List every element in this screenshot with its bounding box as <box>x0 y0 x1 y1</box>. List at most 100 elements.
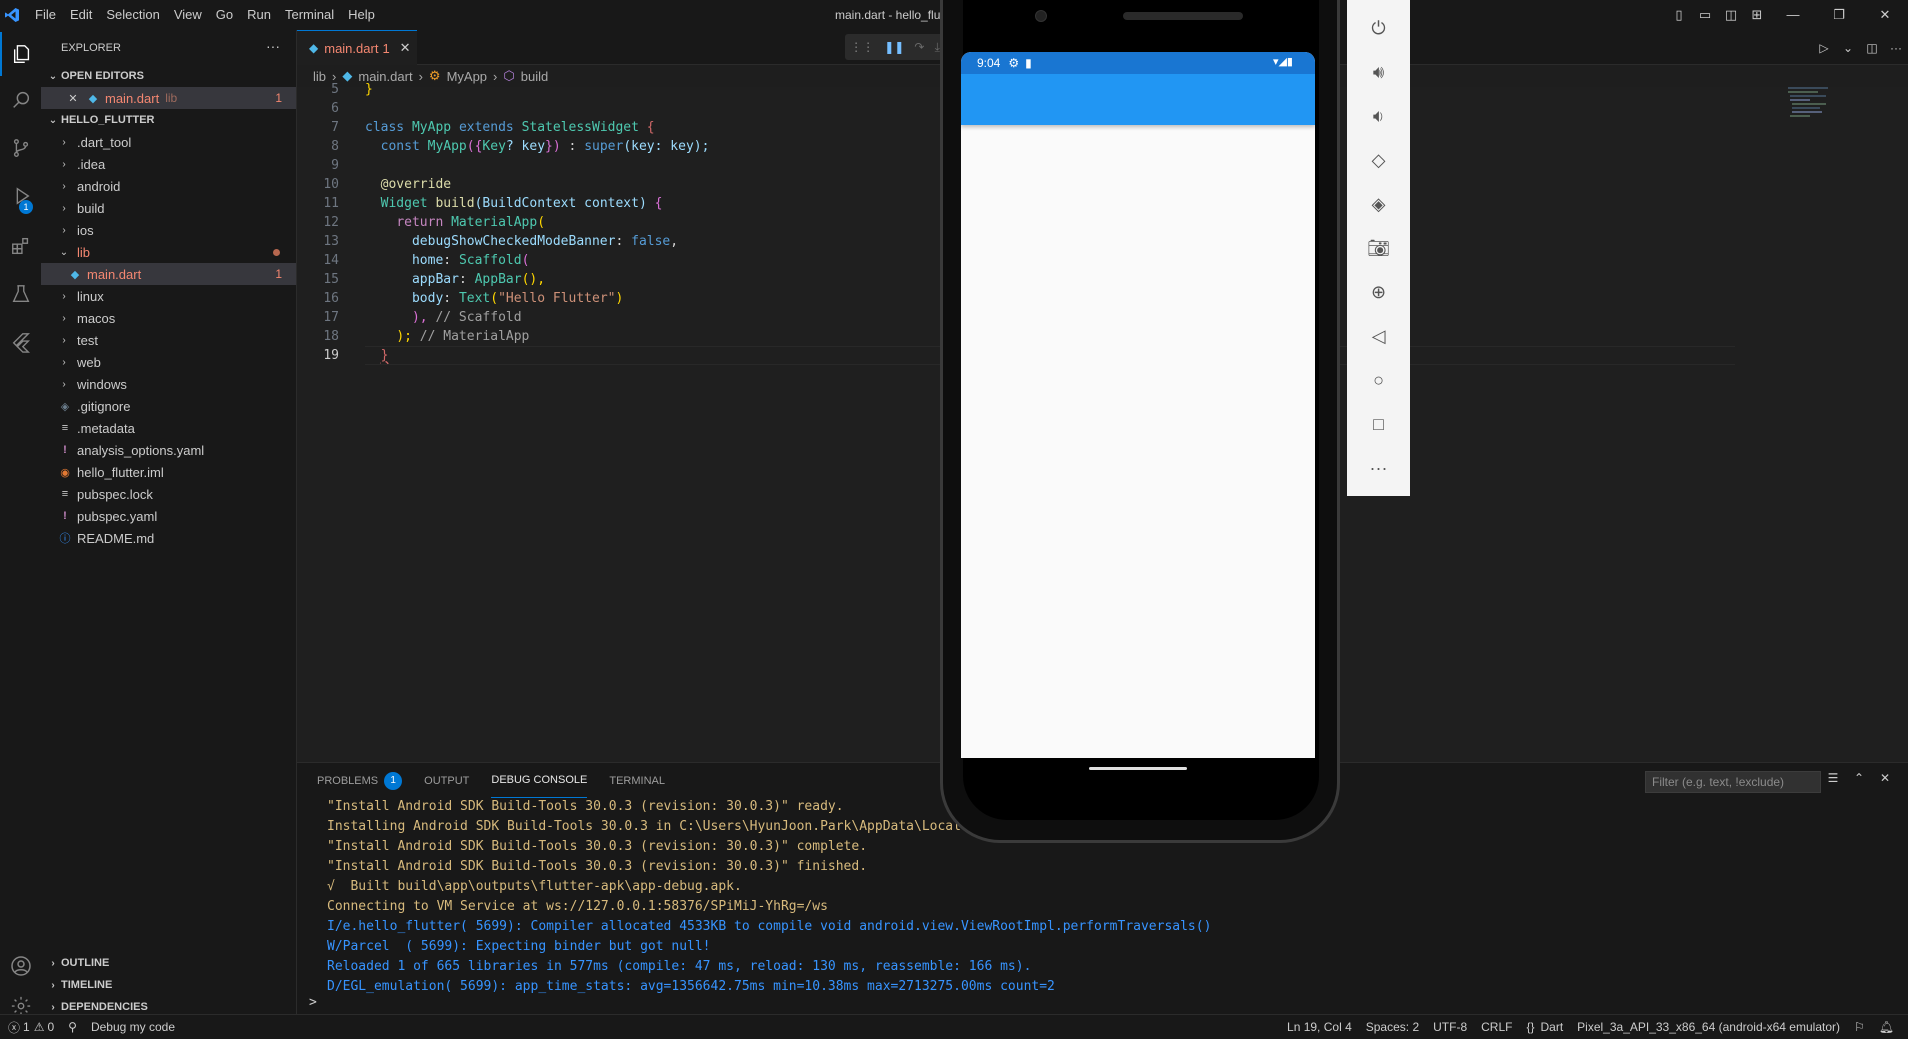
tree-item-build[interactable]: › build <box>41 197 296 219</box>
menu-edit[interactable]: Edit <box>63 0 99 30</box>
extensions-icon[interactable] <box>0 224 41 268</box>
tree-item-dart-tool[interactable]: › .dart_tool <box>41 131 296 153</box>
tree-item-metadata[interactable]: ≡ .metadata <box>41 417 296 439</box>
flutter-icon[interactable] <box>0 320 41 364</box>
menu-file[interactable]: File <box>28 0 63 30</box>
back-icon[interactable]: ◁ <box>1347 314 1410 358</box>
menu-view[interactable]: View <box>167 0 209 30</box>
project-section[interactable]: ⌄ HELLO_FLUTTER <box>41 109 296 131</box>
error-count[interactable]: 1 <box>23 1020 30 1034</box>
menu-terminal[interactable]: Terminal <box>278 0 341 30</box>
run-icon[interactable]: ▷ <box>1812 41 1836 55</box>
close-window-icon[interactable]: ✕ <box>1862 7 1908 23</box>
step-over-icon[interactable]: ↷ <box>914 40 924 54</box>
line-number: 11 <box>323 196 339 211</box>
tab-debug-console[interactable]: DEBUG CONSOLE <box>491 763 588 798</box>
maximize-panel-icon[interactable]: ⌃ <box>1846 771 1872 785</box>
open-editor-main-dart[interactable]: ✕ ◆ main.dart lib 1 <box>41 87 296 109</box>
search-icon[interactable] <box>0 78 41 122</box>
tab-output[interactable]: OUTPUT <box>424 763 469 798</box>
indentation[interactable]: Spaces: 2 <box>1366 1020 1419 1034</box>
tree-item-hello-flutter-iml[interactable]: ◉ hello_flutter.iml <box>41 461 296 483</box>
warning-icon[interactable]: ⚠ <box>34 1020 45 1034</box>
tab-problems[interactable]: PROBLEMS 1 <box>317 763 403 798</box>
pause-icon[interactable]: ❚❚ <box>884 40 904 54</box>
chevron-down-icon: ⌄ <box>59 246 69 258</box>
encoding[interactable]: UTF-8 <box>1433 1020 1467 1034</box>
language-mode[interactable]: Dart <box>1540 1020 1563 1034</box>
volume-up-icon[interactable]: 🔊︎ <box>1347 50 1410 94</box>
run-dropdown-icon[interactable]: ⌄ <box>1836 41 1860 55</box>
screenshot-camera-icon[interactable]: 📷︎ <box>1347 226 1410 270</box>
run-debug-icon[interactable]: 1 <box>0 174 41 218</box>
tree-item-main-dart[interactable]: ◆ main.dart 1 <box>41 263 296 285</box>
device-selector[interactable]: Pixel_3a_API_33_x86_64 (android-x64 emul… <box>1577 1020 1840 1034</box>
console-input-prompt[interactable]: > <box>309 995 317 1010</box>
tree-item-readme[interactable]: ⓘ README.md <box>41 527 296 549</box>
accounts-icon[interactable] <box>0 944 41 988</box>
warning-count[interactable]: 0 <box>47 1020 54 1034</box>
more-actions-icon[interactable]: ··· <box>266 38 280 54</box>
tree-item-linux[interactable]: › linux <box>41 285 296 307</box>
testing-icon[interactable] <box>0 272 41 316</box>
overview-icon[interactable]: □ <box>1347 402 1410 446</box>
toggle-panel-icon[interactable]: ▭ <box>1692 7 1718 23</box>
explorer-icon[interactable] <box>0 32 41 76</box>
zoom-icon[interactable]: ⊕ <box>1347 270 1410 314</box>
console-filter-input[interactable]: Filter (e.g. text, !exclude) <box>1645 771 1821 793</box>
tree-item-idea[interactable]: › .idea <box>41 153 296 175</box>
emulator-screen[interactable]: 9:04 ⚙ ▮ ▾◢▮ <box>961 52 1315 758</box>
line-ending[interactable]: CRLF <box>1481 1020 1512 1034</box>
tab-main-dart[interactable]: ◆ main.dart 1 ✕ <box>297 30 417 65</box>
tree-item-windows[interactable]: › windows <box>41 373 296 395</box>
power-icon[interactable]: ⏻ <box>1347 6 1410 50</box>
tree-item-macos[interactable]: › macos <box>41 307 296 329</box>
notifications-bell-icon[interactable]: 🔔︎ <box>1879 1020 1894 1034</box>
volume-down-icon[interactable]: 🔉︎ <box>1347 94 1410 138</box>
split-editor-icon[interactable]: ◫ <box>1860 41 1884 55</box>
minimap[interactable] <box>1788 87 1848 127</box>
toggle-primary-sidebar-icon[interactable]: ▯ <box>1666 7 1692 23</box>
rotate-right-icon[interactable]: ◈ <box>1347 182 1410 226</box>
toggle-secondary-sidebar-icon[interactable]: ◫ <box>1718 7 1744 23</box>
customize-layout-icon[interactable]: ⊞ <box>1744 7 1770 23</box>
more-options-icon[interactable]: ··· <box>1347 446 1410 490</box>
menu-help[interactable]: Help <box>341 0 382 30</box>
home-icon[interactable]: ○ <box>1347 358 1410 402</box>
tree-item-ios[interactable]: › ios <box>41 219 296 241</box>
tree-item-gitignore[interactable]: ◈ .gitignore <box>41 395 296 417</box>
debug-status[interactable]: Debug my code <box>91 1020 175 1034</box>
tree-item-pubspec-lock[interactable]: ≡ pubspec.lock <box>41 483 296 505</box>
tree-item-analysis-options[interactable]: ! analysis_options.yaml <box>41 439 296 461</box>
tab-terminal[interactable]: TERMINAL <box>609 763 665 798</box>
clear-console-icon[interactable]: ☰ <box>1820 771 1846 785</box>
rotate-left-icon[interactable]: ◇ <box>1347 138 1410 182</box>
open-editors-section[interactable]: ⌄ OPEN EDITORS <box>41 65 296 87</box>
tree-item-android[interactable]: › android <box>41 175 296 197</box>
source-control-icon[interactable] <box>0 126 41 170</box>
close-panel-icon[interactable]: ✕ <box>1872 771 1898 785</box>
error-icon[interactable]: ⓧ <box>8 1019 20 1036</box>
drag-handle-icon[interactable]: ⋮⋮ <box>850 40 874 54</box>
close-icon[interactable]: ✕ <box>65 92 81 105</box>
tree-item-pubspec-yaml[interactable]: ! pubspec.yaml <box>41 505 296 527</box>
line-number: 8 <box>331 139 339 154</box>
tree-item-lib[interactable]: ⌄ lib <box>41 241 296 263</box>
feedback-icon[interactable]: ⚐ <box>1854 1020 1865 1034</box>
home-gesture-bar[interactable] <box>1089 767 1187 770</box>
menu-selection[interactable]: Selection <box>99 0 166 30</box>
restore-icon[interactable]: ❐ <box>1816 7 1862 23</box>
tree-item-test[interactable]: › test <box>41 329 296 351</box>
close-tab-icon[interactable]: ✕ <box>400 40 411 56</box>
timeline-section[interactable]: › TIMELINE <box>41 974 297 996</box>
outline-section[interactable]: › OUTLINE <box>41 952 297 974</box>
menu-run[interactable]: Run <box>240 0 278 30</box>
tree-item-label: pubspec.lock <box>77 486 153 502</box>
cursor-position[interactable]: Ln 19, Col 4 <box>1287 1020 1352 1034</box>
breadcrumb-class[interactable]: MyApp <box>447 69 487 84</box>
menu-go[interactable]: Go <box>209 0 240 30</box>
breadcrumb-method[interactable]: build <box>521 69 548 84</box>
editor-more-actions-icon[interactable]: ··· <box>1884 41 1908 55</box>
minimize-icon[interactable]: — <box>1770 7 1816 23</box>
tree-item-web[interactable]: › web <box>41 351 296 373</box>
